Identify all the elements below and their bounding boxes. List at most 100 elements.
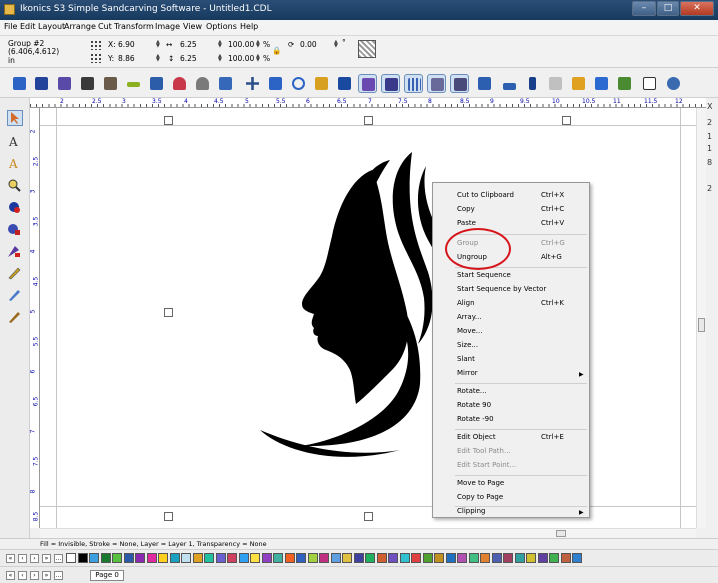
menu-file[interactable]: File [4, 22, 17, 31]
menu-item-move-to-page[interactable]: Move to Page [433, 477, 589, 491]
color-swatch[interactable] [215, 553, 226, 563]
scale-w-spinner[interactable]: ▲ ▼ [256, 40, 261, 49]
x-field[interactable]: 6.90 [118, 40, 135, 49]
color-swatch[interactable] [353, 553, 364, 563]
zoom-tool-icon[interactable] [7, 178, 23, 194]
width-field[interactable]: 6.25 [180, 40, 197, 49]
page-tab[interactable]: Page 0 [90, 570, 124, 581]
save-icon[interactable] [32, 74, 51, 93]
bars-icon[interactable] [500, 74, 519, 93]
h-spinner[interactable]: ▲ ▼ [218, 54, 223, 63]
rotation-field[interactable]: 0.00 [300, 40, 317, 49]
sparkle-icon[interactable] [592, 74, 611, 93]
color-swatch[interactable] [135, 553, 145, 563]
page-next-button[interactable]: › [30, 571, 39, 580]
page-last-button[interactable]: » [42, 571, 51, 580]
hand-icon[interactable] [640, 74, 659, 93]
menu-item-array[interactable]: Array... [433, 311, 589, 325]
menu-edit[interactable]: Edit [20, 22, 36, 31]
export-icon[interactable] [101, 74, 120, 93]
selection-handle[interactable] [164, 512, 173, 521]
brush-icon[interactable] [124, 74, 143, 93]
text-tool-icon[interactable]: A [7, 134, 23, 150]
color-swatch[interactable] [204, 553, 214, 563]
undo-icon[interactable] [170, 74, 189, 93]
color-swatch[interactable] [468, 553, 479, 563]
menu-item-edit-object[interactable]: Edit Object Ctrl+E [433, 431, 589, 445]
panel-close-icon[interactable]: X [707, 102, 712, 111]
menu-item-start-sequence-vector[interactable]: Start Sequence by Vector [433, 283, 589, 297]
color-swatch[interactable] [514, 553, 525, 563]
color-swatch[interactable] [330, 553, 341, 563]
color-swatch[interactable] [261, 553, 272, 563]
color-swatch[interactable] [66, 553, 76, 563]
grid-icon[interactable] [404, 74, 423, 93]
star-icon[interactable] [546, 74, 565, 93]
scale-w-field[interactable]: 100.00 [228, 40, 254, 49]
menu-layout[interactable]: Layout [38, 22, 65, 31]
color-swatch[interactable] [146, 553, 157, 563]
menu-image[interactable]: Image [155, 22, 180, 31]
color-swatch[interactable] [89, 553, 99, 563]
zoom-in-icon[interactable] [664, 74, 683, 93]
color-swatch[interactable] [123, 553, 134, 563]
color-swatch[interactable] [77, 553, 88, 563]
minimize-button[interactable]: – [632, 1, 656, 16]
y-spinner[interactable]: ▲ ▼ [156, 54, 161, 63]
rotate-icon[interactable] [289, 74, 308, 93]
shape-tool-icon[interactable] [7, 222, 23, 238]
color-swatch[interactable] [319, 553, 329, 563]
color-swatch[interactable] [365, 553, 375, 563]
select-icon[interactable] [358, 74, 377, 93]
node-edit-tool-icon[interactable] [7, 288, 23, 304]
color-swatch[interactable] [560, 553, 571, 563]
menu-options[interactable]: Options [206, 22, 237, 31]
color-swatch[interactable] [388, 553, 398, 563]
y-field[interactable]: 8.86 [118, 54, 135, 63]
menu-item-copy-to-page[interactable]: Copy to Page [433, 491, 589, 505]
ruler-icon[interactable] [523, 74, 542, 93]
color-swatch[interactable] [422, 553, 433, 563]
palette-prev-button[interactable]: ‹ [18, 554, 27, 563]
color-swatch[interactable] [250, 553, 260, 563]
text-art-tool-icon[interactable]: A [7, 156, 23, 172]
color-swatch[interactable] [238, 553, 249, 563]
redo-icon[interactable] [193, 74, 212, 93]
scroll-thumb[interactable] [556, 530, 566, 537]
color-swatch[interactable] [158, 553, 168, 563]
menu-item-rotate-90[interactable]: Rotate 90 [433, 399, 589, 413]
color-swatch[interactable] [273, 553, 283, 563]
selection-handle[interactable] [562, 116, 571, 125]
color-swatch[interactable] [399, 553, 410, 563]
menu-item-copy[interactable]: Copy Ctrl+C [433, 203, 589, 217]
color-swatch[interactable] [480, 553, 490, 563]
selection-handle[interactable] [364, 512, 373, 521]
color-swatch[interactable] [491, 553, 502, 563]
color-swatch[interactable] [296, 553, 306, 563]
color-swatch[interactable] [307, 553, 318, 563]
menu-arrange[interactable]: Arrange [64, 22, 96, 31]
page-first-button[interactable]: « [6, 571, 15, 580]
menu-cut[interactable]: Cut [98, 22, 112, 31]
horizontal-scrollbar[interactable] [40, 528, 696, 538]
color-swatch[interactable] [434, 553, 444, 563]
color-swatch[interactable] [284, 553, 295, 563]
zoom-icon[interactable] [216, 74, 235, 93]
selection-handle[interactable] [164, 308, 173, 317]
rect-tool-icon[interactable] [7, 244, 23, 260]
color-swatch[interactable] [100, 553, 111, 563]
color-swatch[interactable] [572, 553, 582, 563]
menu-item-align[interactable]: Align Ctrl+K [433, 297, 589, 311]
color-swatch[interactable] [549, 553, 559, 563]
node-icon[interactable] [266, 74, 285, 93]
menu-help[interactable]: Help [240, 22, 258, 31]
import-icon[interactable] [78, 74, 97, 93]
scale-h-spinner[interactable]: ▲ ▼ [256, 54, 261, 63]
bucket-icon[interactable] [615, 74, 634, 93]
x-spinner[interactable]: ▲ ▼ [156, 40, 161, 49]
palette-first-button[interactable]: « [6, 554, 15, 563]
color-swatch[interactable] [192, 553, 203, 563]
lock-icon[interactable]: 🔒 [272, 46, 281, 55]
anchor-grid-alt-icon[interactable] [90, 53, 103, 63]
color-swatch[interactable] [342, 553, 352, 563]
